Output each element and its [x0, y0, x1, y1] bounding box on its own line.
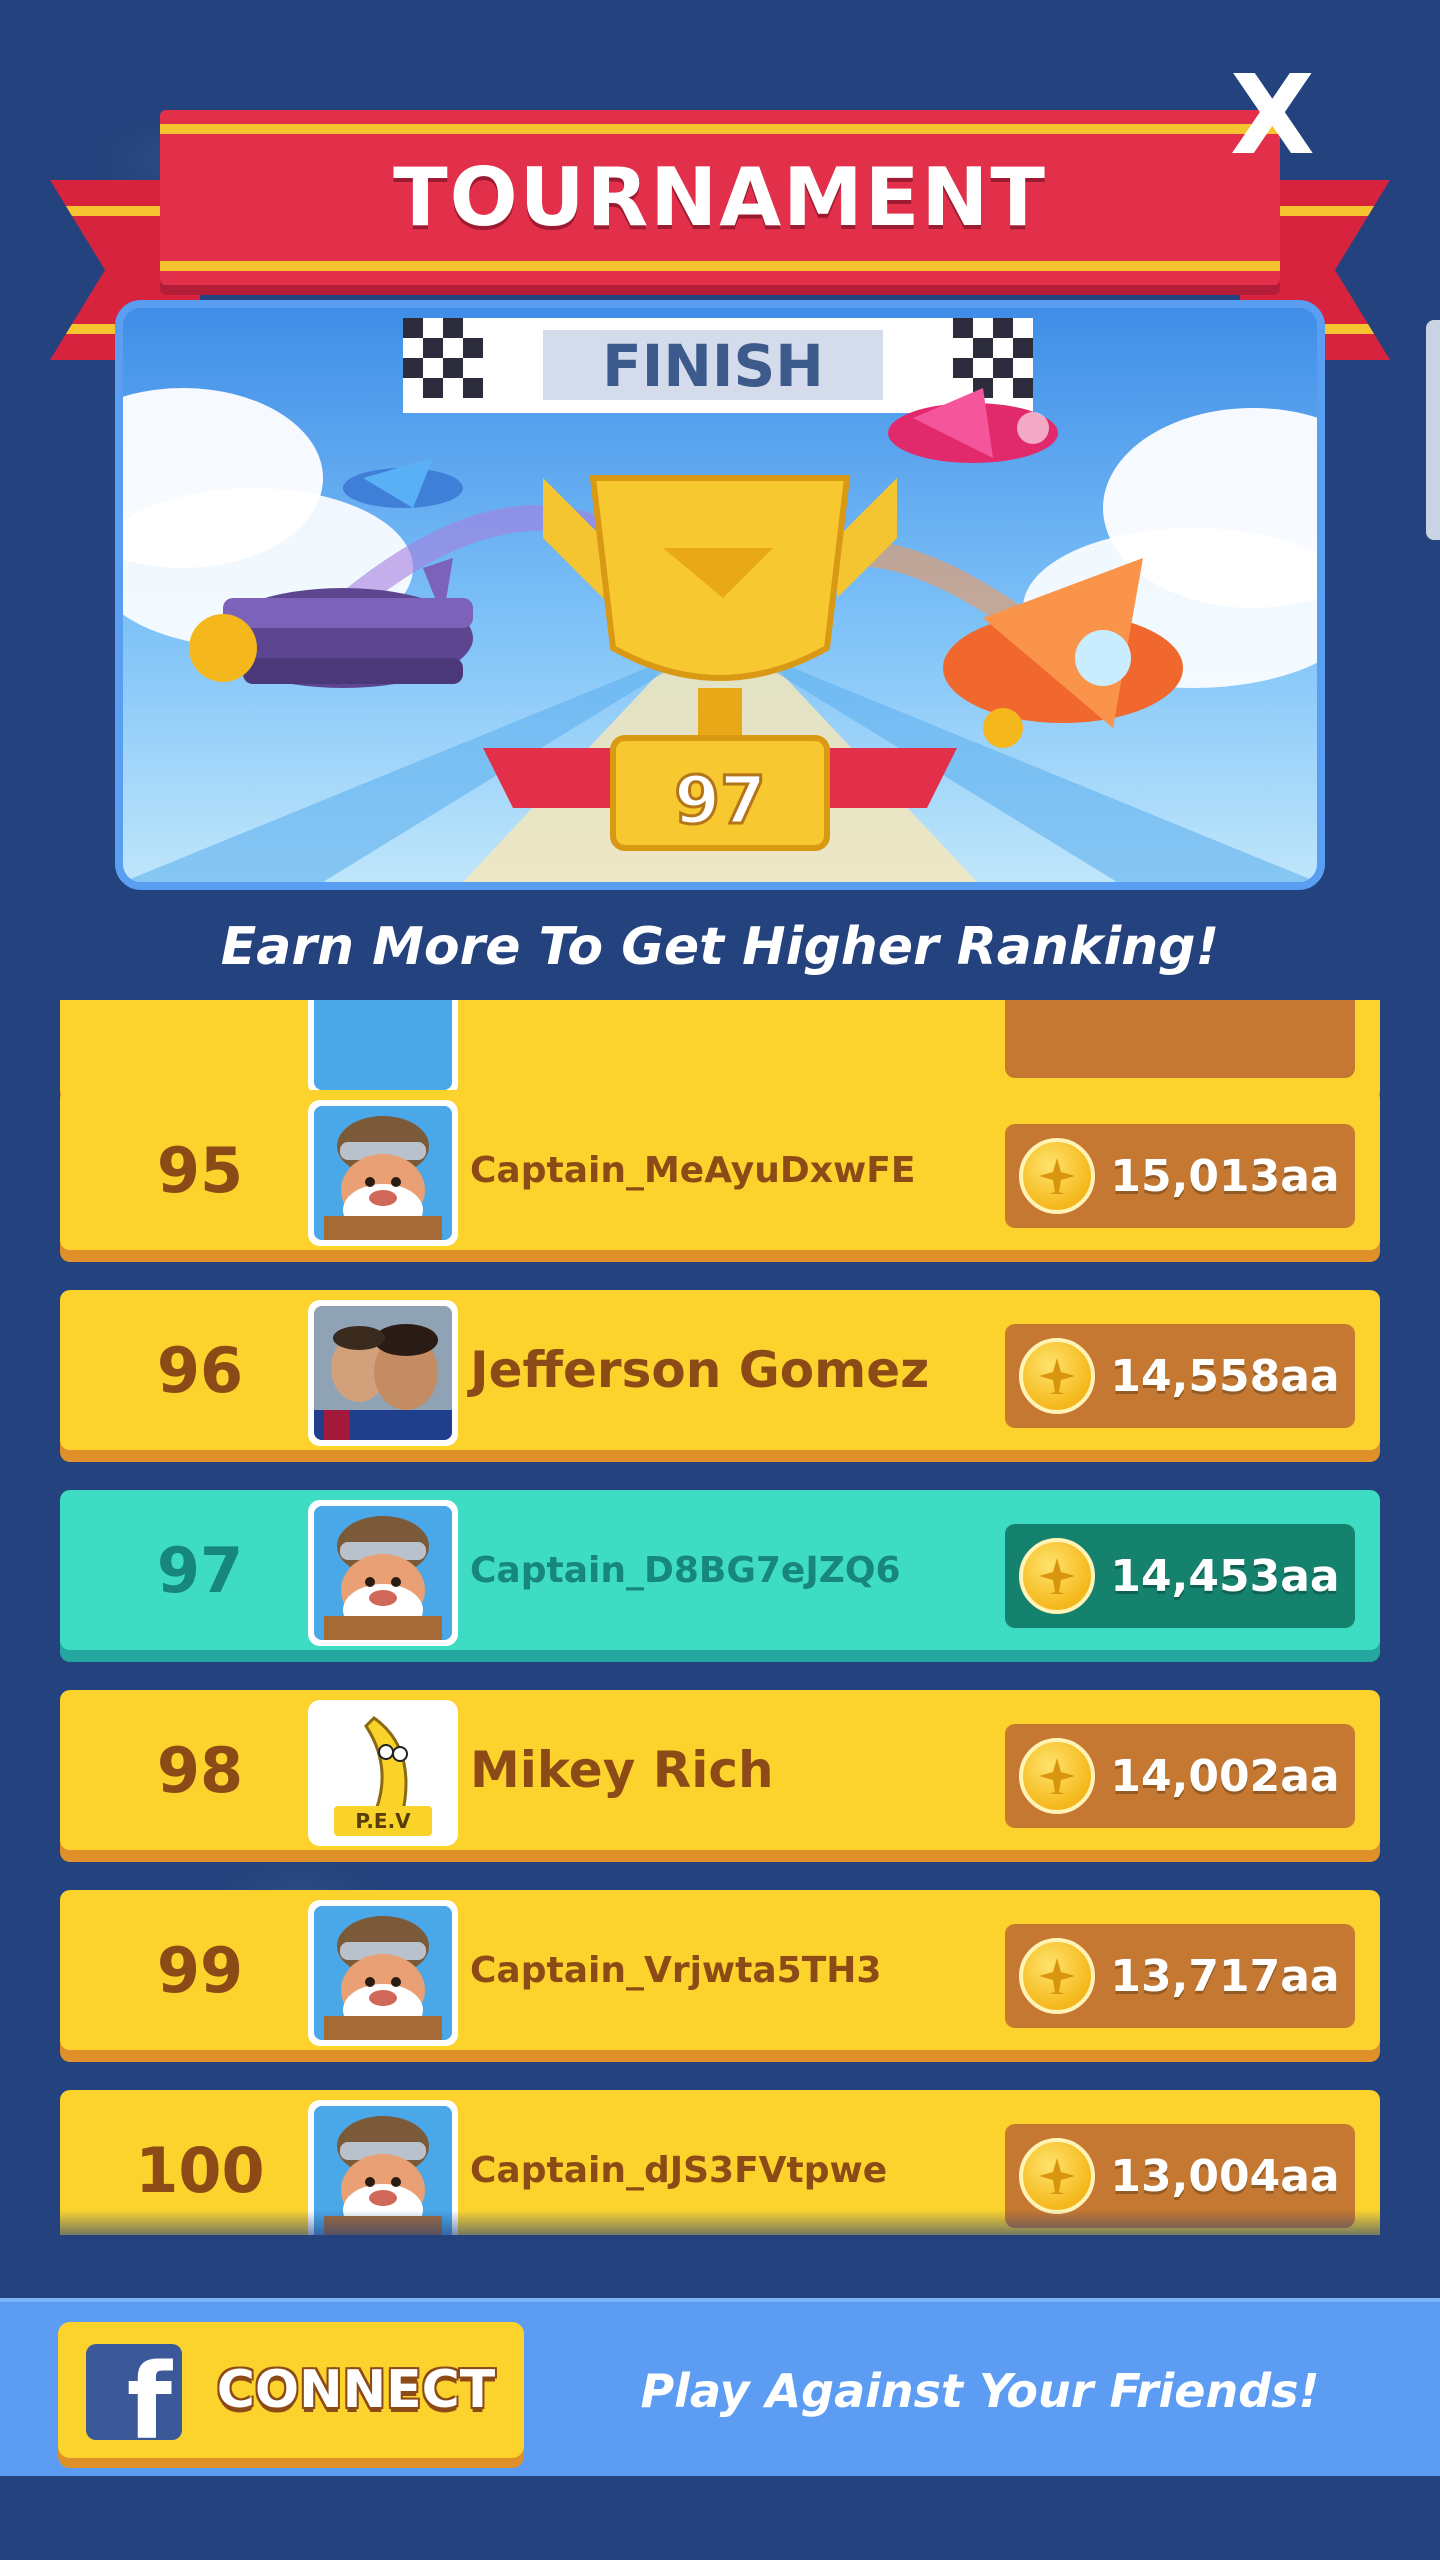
coin-icon — [1019, 2138, 1095, 2214]
score-value: 15,013aa — [1110, 1150, 1340, 1202]
score-value: 14,002aa — [1110, 1750, 1340, 1802]
subtitle: Earn More To Get Higher Ranking! — [220, 917, 1220, 977]
coin-icon — [1019, 1338, 1095, 1414]
list-item-partial — [60, 1000, 1380, 1100]
rank-number: 96 — [156, 1333, 244, 1407]
banana-avatar: P.E.V — [308, 1700, 458, 1846]
tournament-illustration: FINISH 97 — [115, 300, 1325, 890]
score-badge — [1005, 1000, 1355, 1078]
player-name: Mikey Rich — [470, 1741, 774, 1799]
list-item[interactable]: 98 P.E.V Mikey Rich 14,002aa — [60, 1690, 1380, 1850]
captain-avatar — [308, 1900, 458, 2046]
coin-icon — [1019, 1738, 1095, 1814]
trophy-icon: 97 — [483, 475, 957, 851]
player-name: Captain_Vrjwta5TH3 — [470, 1949, 882, 1991]
player-name: Jefferson Gomez — [470, 1341, 930, 1399]
leaderboard-list[interactable]: 95 Captain_MeAyuDxwFE 15,013aa 96 Jefferson … — [0, 1000, 1440, 2235]
captain-avatar — [308, 1500, 458, 1646]
finish-text: FINISH — [602, 332, 824, 400]
scene-art: FINISH 97 — [123, 318, 1317, 882]
score-badge: 14,453aa — [1005, 1524, 1355, 1628]
list-item[interactable]: 96 Jefferson Gomez 14,558aa — [60, 1290, 1380, 1450]
score-badge: 14,558aa — [1005, 1324, 1355, 1428]
facebook-icon: f — [86, 2344, 182, 2440]
photo-avatar — [308, 1300, 458, 1446]
score-badge: 14,002aa — [1005, 1724, 1355, 1828]
list-item-current-player[interactable]: 97 Captain_D8BG7eJZQ6 14,453aa — [60, 1490, 1380, 1650]
score-badge: 13,717aa — [1005, 1924, 1355, 2028]
connect-label: CONNECT — [216, 2360, 496, 2420]
coin-icon — [1019, 1138, 1095, 1214]
avatar — [308, 1000, 458, 1096]
side-drawer-handle[interactable] — [1426, 320, 1440, 540]
score-badge: 15,013aa — [1005, 1124, 1355, 1228]
rank-number: 95 — [156, 1133, 244, 1207]
player-name: Captain_D8BG7eJZQ6 — [470, 1549, 901, 1591]
list-item[interactable]: 99 Captain_Vrjwta5TH3 13,717aa — [60, 1890, 1380, 2050]
checkered-flag: FINISH — [403, 318, 1033, 413]
list-fade — [0, 2210, 1440, 2250]
footer-bar: f CONNECT Play Against Your Friends! — [0, 2298, 1440, 2476]
coin-icon — [1019, 1538, 1095, 1614]
score-value: 13,717aa — [1110, 1950, 1340, 2002]
banana-avatar-text: P.E.V — [355, 1809, 411, 1833]
coin-icon — [1019, 1938, 1095, 2014]
blue-plane-icon — [343, 458, 463, 508]
ribbon: TOURNAMENT — [160, 110, 1280, 285]
rank-number: 99 — [156, 1933, 244, 2007]
facebook-connect-button[interactable]: f CONNECT — [58, 2322, 524, 2458]
trophy-rank-text: 97 — [674, 762, 766, 839]
rank-number: 98 — [156, 1733, 244, 1807]
page-title: TOURNAMENT — [393, 151, 1047, 244]
friends-prompt: Play Against Your Friends! — [640, 2364, 1320, 2418]
player-name: Captain_MeAyuDxwFE — [470, 1149, 916, 1191]
list-item[interactable]: 95 Captain_MeAyuDxwFE 15,013aa — [60, 1090, 1380, 1250]
captain-avatar — [308, 1100, 458, 1246]
rank-number: 97 — [156, 1533, 244, 1607]
score-value: 14,453aa — [1110, 1550, 1340, 1602]
score-value: 14,558aa — [1110, 1350, 1340, 1402]
close-button[interactable]: X — [1230, 60, 1315, 170]
